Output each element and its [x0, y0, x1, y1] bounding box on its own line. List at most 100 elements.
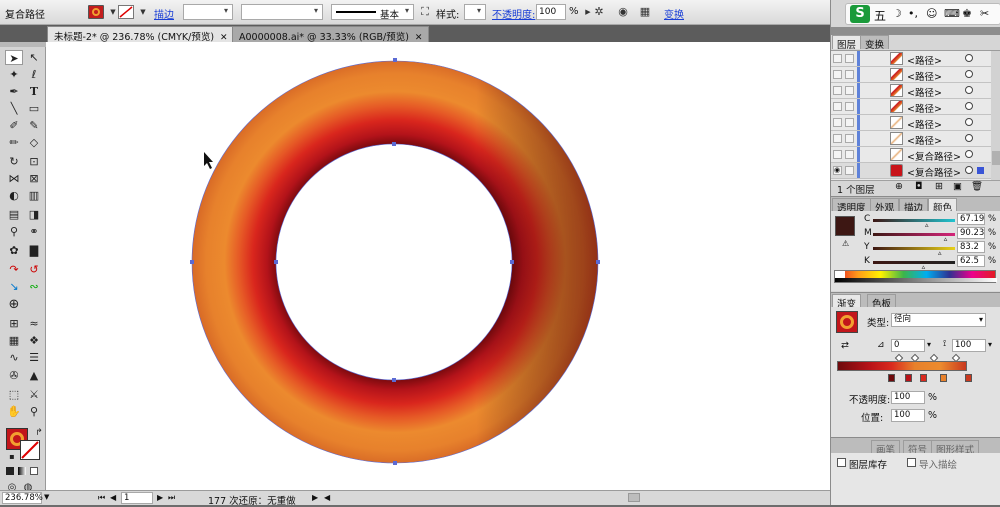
globe-icon[interactable]: ◉ [614, 4, 632, 20]
measure-tool-icon[interactable]: ✇ [5, 368, 23, 383]
default-colors-icon[interactable]: ▪ [3, 449, 21, 464]
blend-tool-icon[interactable]: ⚭ [25, 224, 43, 239]
keyboard-icon[interactable]: ⌨ [944, 7, 960, 20]
stroke-link[interactable]: 描边 [154, 6, 174, 21]
target-circle-icon[interactable] [965, 70, 973, 78]
recolor-icon[interactable]: ✲ [590, 4, 608, 20]
tools-grip[interactable] [0, 42, 46, 47]
gradient-tool-icon[interactable]: ◨ [25, 207, 43, 222]
lock-toggle[interactable] [845, 86, 854, 95]
scrollbar-thumb[interactable] [992, 151, 1000, 165]
artboard-canvas[interactable] [46, 42, 830, 492]
pen-tool-icon[interactable]: ✒ [5, 84, 23, 99]
channel-value-input[interactable]: 67.19 [957, 213, 985, 225]
blob-brush-tool-icon[interactable]: ✏ [5, 135, 23, 150]
live-paint-tool-icon[interactable]: ▥ [25, 188, 43, 203]
visibility-toggle[interactable] [833, 102, 842, 111]
tab-stroke[interactable]: 描边 [899, 198, 929, 214]
stroke-weight-input[interactable]: ▾ [183, 4, 233, 20]
scroll-left-icon[interactable]: ◀ [324, 493, 330, 502]
new-sublayer-icon[interactable]: ⊞ [935, 181, 943, 192]
wrench-icon[interactable]: ✂ [980, 7, 989, 20]
lock-toggle[interactable] [845, 118, 854, 127]
channel-slider[interactable]: ▵ [873, 247, 955, 257]
target-circle-icon[interactable] [965, 86, 973, 94]
layer-row[interactable]: <路径> [831, 131, 991, 147]
lasso-tool-icon[interactable]: ℓ [25, 67, 43, 82]
target-circle-icon[interactable] [965, 54, 973, 62]
tab-appearance[interactable]: 外观 [870, 198, 900, 214]
layer-row[interactable]: <路径> [831, 99, 991, 115]
warp-tool-icon[interactable]: ↷ [5, 262, 23, 277]
target-circle-icon[interactable] [965, 166, 973, 174]
bloat-tool-icon[interactable]: ∾ [25, 279, 43, 294]
eraser-tool-icon[interactable]: ◇ [25, 135, 43, 150]
opacity-link[interactable]: 不透明度: [492, 6, 535, 21]
column-graph-tool-icon[interactable]: ▇ [25, 243, 43, 258]
style-select[interactable]: ▾ [464, 4, 486, 20]
ime-mode[interactable]: 五 [874, 7, 886, 24]
variable-width-select[interactable]: ▾ [241, 4, 323, 20]
knife-tool-icon[interactable]: ⚔ [25, 387, 43, 402]
pucker-tool-icon[interactable]: ↘ [5, 279, 23, 294]
gradient-type-select[interactable]: 径向 ▾ [891, 313, 986, 327]
slice-tool-icon[interactable]: ▲ [25, 368, 43, 383]
line-tool-icon[interactable]: ╲ [5, 101, 23, 116]
layer-row[interactable]: <路径> [831, 83, 991, 99]
tab-graphic-styles[interactable]: 图形样式 [931, 440, 980, 456]
none-stroke-icon[interactable] [118, 5, 134, 19]
lock-toggle[interactable] [845, 70, 854, 79]
gradient-stop[interactable] [940, 374, 947, 382]
tab-swatches[interactable]: 色板 [867, 294, 897, 310]
channel-slider[interactable]: ▵ [873, 261, 955, 271]
gradient-stop[interactable] [888, 374, 895, 382]
locate-object-icon[interactable]: ⊕ [895, 181, 903, 192]
chart-tool-icon[interactable]: ▦ [5, 333, 23, 348]
rectangle-tool-icon[interactable]: ▭ [25, 101, 43, 116]
last-page-icon[interactable]: ⏭ [168, 493, 175, 503]
chevron-down-icon[interactable]: ▼ [44, 493, 49, 501]
transform-link[interactable]: 变换 [664, 6, 684, 21]
color-spectrum[interactable] [834, 270, 997, 283]
color-mode-icon[interactable] [6, 467, 14, 475]
new-layer-icon[interactable]: ▣ [953, 181, 962, 192]
symbol-sprayer-tool-icon[interactable]: ✿ [5, 243, 23, 258]
visibility-toggle[interactable] [833, 150, 842, 159]
artboard-tool-icon[interactable]: ⬚ [5, 387, 23, 402]
smile-icon[interactable]: ☺ [926, 7, 937, 20]
trash-icon[interactable]: 🗑 [971, 181, 983, 192]
zoom-tool-icon[interactable]: ⚲ [25, 404, 43, 419]
free-transform-tool-icon[interactable]: ⊠ [25, 171, 43, 186]
chevron-down-icon[interactable]: ▼ [134, 4, 152, 20]
list-tool-icon[interactable]: ☰ [25, 350, 43, 365]
moon-icon[interactable]: ☽ [892, 7, 902, 20]
gradient-thumbnail[interactable] [836, 311, 858, 333]
none-mode-icon[interactable] [30, 467, 38, 475]
tab-transform[interactable]: 变换 [860, 35, 890, 51]
chevron-down-icon[interactable]: ▾ [988, 340, 992, 349]
stroke-swatch[interactable] [20, 440, 40, 460]
target-circle-icon[interactable] [965, 150, 973, 158]
stop-opacity-input[interactable]: 100 [891, 391, 925, 404]
layers-scrollbar[interactable] [991, 51, 1000, 181]
tab-gradient[interactable]: 渐变 [832, 294, 862, 310]
width-tool-icon[interactable]: ⋈ [5, 171, 23, 186]
selection-indicator[interactable] [977, 167, 984, 174]
horizontal-scrollbar-thumb[interactable] [628, 493, 640, 502]
clipping-mask-icon[interactable]: ◘ [915, 181, 923, 192]
lock-toggle[interactable] [845, 134, 854, 143]
gradient-stop[interactable] [920, 374, 927, 382]
tab-symbols[interactable]: 符号 [903, 440, 933, 456]
magic-wand-tool-icon[interactable]: ✦ [5, 67, 23, 82]
tab-document-2[interactable]: A0000008.ai* @ 33.33% (RGB/预览) ✕ [232, 26, 430, 43]
next-page-icon[interactable]: ▶ [157, 493, 163, 502]
tab-layers[interactable]: 图层 [832, 35, 862, 51]
layer-row[interactable]: <路径> [831, 51, 991, 67]
layer-row[interactable]: ◉ <复合路径> [831, 163, 991, 179]
channel-slider[interactable]: ▵ [873, 219, 955, 229]
scale-tool-icon[interactable]: ⊡ [25, 154, 43, 169]
panel-grip[interactable] [831, 27, 1000, 35]
globe-tool-icon[interactable]: ⊕ [5, 297, 23, 312]
sogou-logo-icon[interactable]: S [850, 5, 870, 23]
gradient-mode-icon[interactable] [18, 467, 26, 475]
